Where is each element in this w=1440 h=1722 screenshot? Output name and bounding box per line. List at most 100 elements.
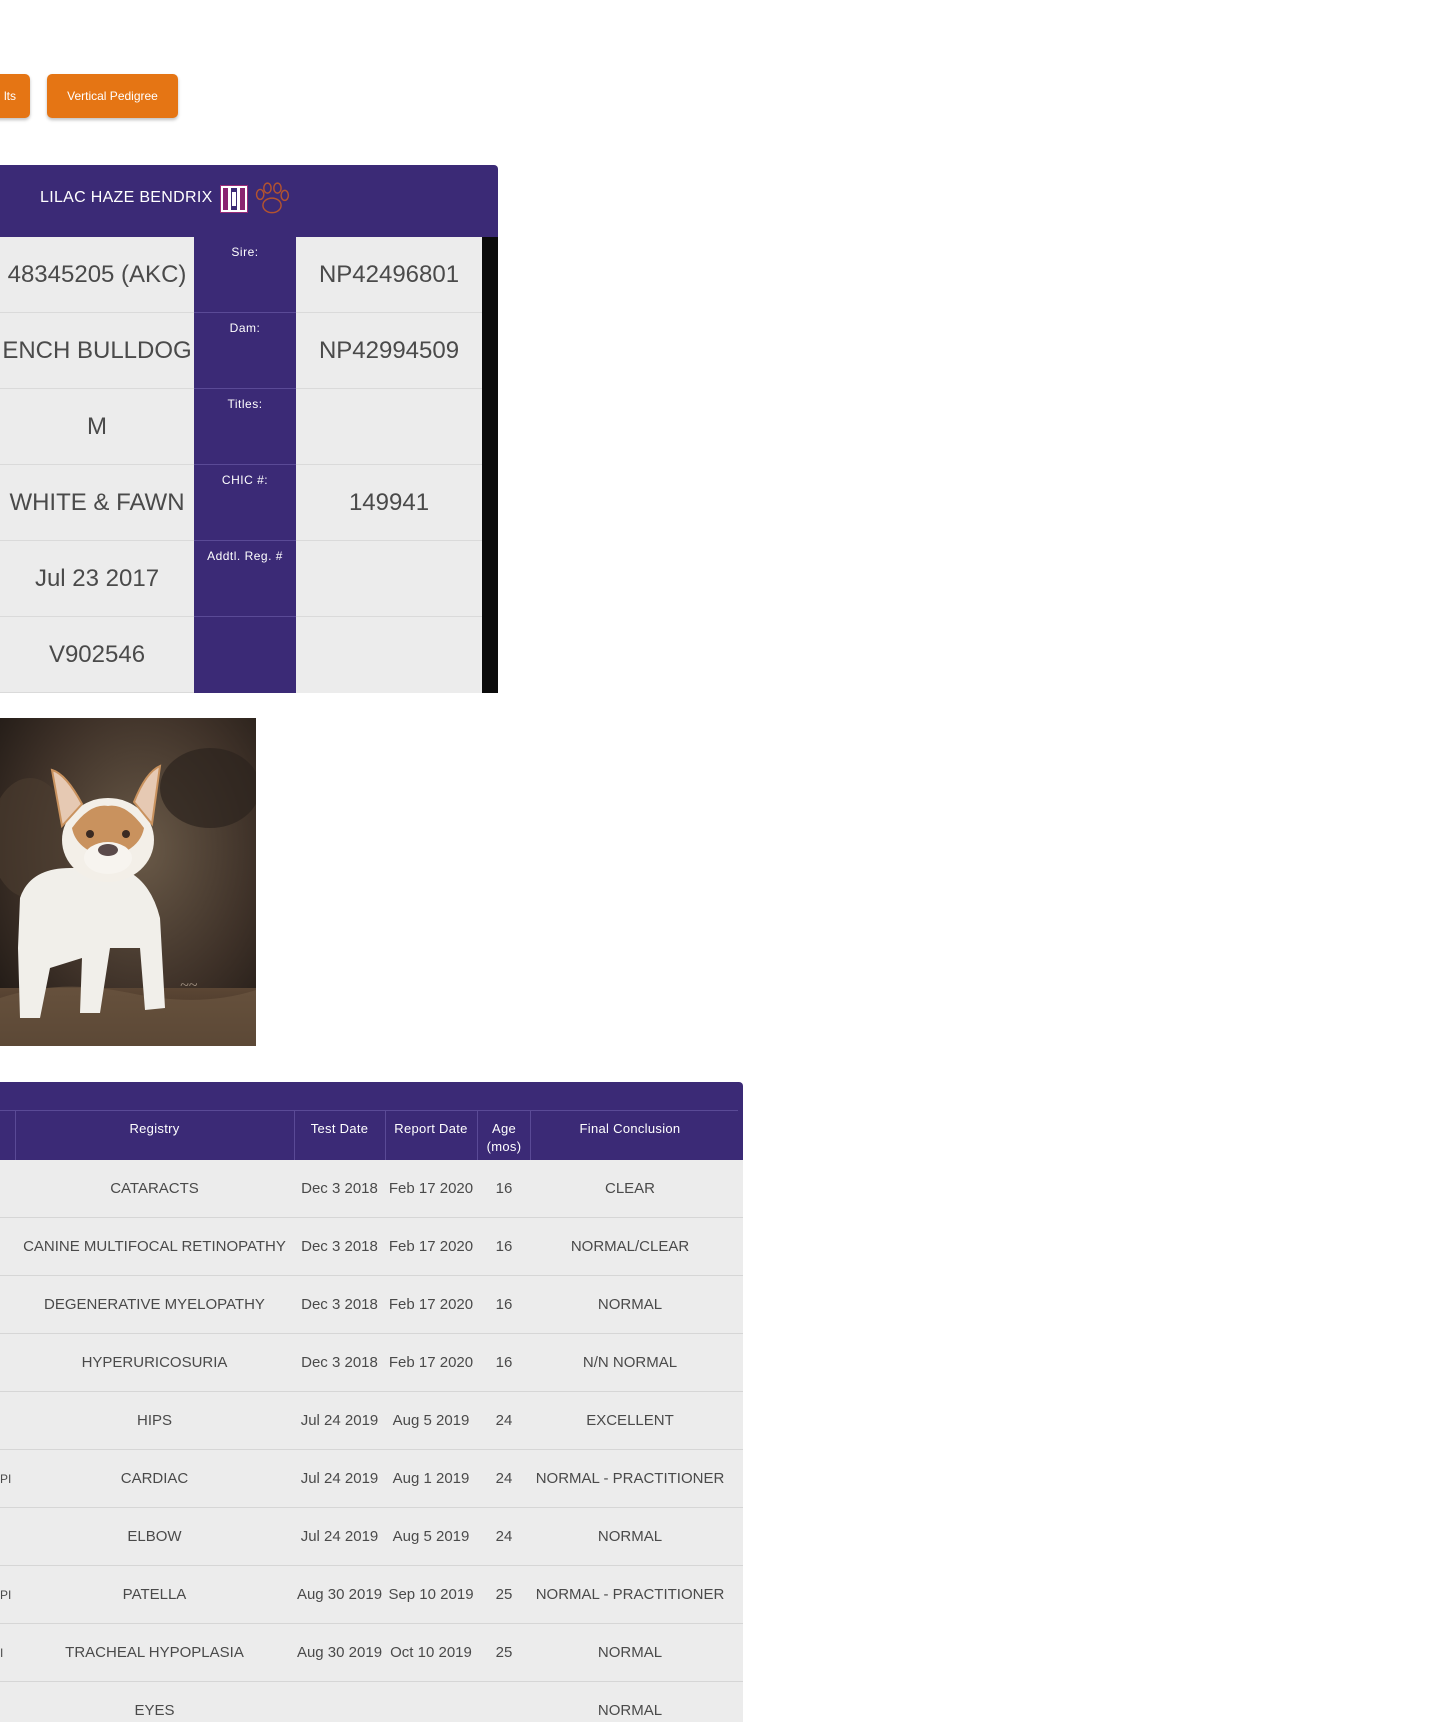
chic-logo-icon <box>220 185 248 213</box>
breed-cell: ENCH BULLDOG <box>0 313 194 389</box>
dog-name: LILAC HAZE BENDRIX <box>40 189 213 206</box>
test-date-header[interactable]: Test Date <box>294 1120 385 1138</box>
age-cell: 24 <box>495 1528 513 1545</box>
test-results-button[interactable]: lts <box>0 74 30 118</box>
test-results-button-label: lts <box>4 89 16 103</box>
report-date-header[interactable]: Report Date <box>385 1120 477 1138</box>
vertical-pedigree-button-label: Vertical Pedigree <box>67 89 158 103</box>
sire-value-cell: NP42496801 <box>296 237 482 313</box>
test-date-cell: Dec 3 2018 <box>301 1180 378 1197</box>
conclusion-cell: NORMAL - PRACTITIONER <box>535 1470 725 1487</box>
table-row: HYPERURICOSURIA Dec 3 2018 Feb 17 2020 1… <box>0 1334 743 1392</box>
dam-label-cell: Dam: <box>194 313 296 389</box>
titles-label-cell: Titles: <box>194 389 296 465</box>
registry-cell: CATARACTS <box>110 1180 199 1197</box>
registry-cell: TRACHEAL HYPOPLASIA <box>65 1644 244 1661</box>
header-divider <box>477 1110 478 1160</box>
registration-number-cell: 48345205 (AKC) <box>0 237 194 313</box>
header-rule <box>0 1110 738 1111</box>
color-cell: WHITE & FAWN <box>0 465 194 541</box>
test-date-cell: Dec 3 2018 <box>301 1296 378 1313</box>
chic-label-cell: CHIC #: <box>194 465 296 541</box>
titles-value-cell <box>296 389 482 465</box>
dog-info-body: 48345205 (AKC) ENCH BULLDOG M WHITE & FA… <box>0 237 498 693</box>
conclusion-cell: NORMAL <box>597 1644 663 1661</box>
card-edge <box>482 237 498 693</box>
table-row: HIPS Jul 24 2019 Aug 5 2019 24 EXCELLENT <box>0 1392 743 1450</box>
birth-date-cell: Jul 23 2017 <box>0 541 194 617</box>
dam-value[interactable]: NP42994509 <box>296 337 482 365</box>
final-conclusion-header[interactable]: Final Conclusion <box>530 1120 730 1138</box>
age-header[interactable]: Age (mos) <box>479 1120 529 1156</box>
sire-label: Sire: <box>231 245 259 259</box>
registry-header[interactable]: Registry <box>15 1120 294 1138</box>
registry-cell: HYPERURICOSURIA <box>81 1354 228 1371</box>
conclusion-cell: CLEAR <box>604 1180 656 1197</box>
age-cell: 16 <box>495 1354 513 1371</box>
report-date-cell: Feb 17 2020 <box>388 1180 474 1197</box>
health-table-header: Registry Test Date Report Date Age (mos)… <box>0 1082 743 1160</box>
vertical-pedigree-button[interactable]: Vertical Pedigree <box>47 74 178 118</box>
dog-info-card: LILAC HAZE BENDRIX 48345205 (AKC) ENCH B… <box>0 165 498 693</box>
health-results-table: Registry Test Date Report Date Age (mos)… <box>0 1082 743 1722</box>
sex-cell: M <box>0 389 194 465</box>
svg-text:~~: ~~ <box>180 977 198 994</box>
empty-value-cell <box>296 617 482 693</box>
test-date-cell: Dec 3 2018 <box>301 1238 378 1255</box>
row-prefix: I <box>0 1646 4 1660</box>
age-cell: 16 <box>495 1296 513 1313</box>
dog-info-header: LILAC HAZE BENDRIX <box>0 165 498 237</box>
empty-label-cell <box>194 617 296 693</box>
table-row: DEGENERATIVE MYELOPATHY Dec 3 2018 Feb 1… <box>0 1276 743 1334</box>
dam-value-cell: NP42994509 <box>296 313 482 389</box>
breed: ENCH BULLDOG <box>2 337 192 364</box>
test-date-cell: Aug 30 2019 <box>296 1644 383 1661</box>
report-date-cell: Aug 5 2019 <box>392 1412 470 1429</box>
conclusion-cell: NORMAL <box>597 1702 663 1719</box>
dog-photo: ~~ <box>0 718 256 1046</box>
conclusion-cell: NORMAL <box>597 1296 663 1313</box>
dog-info-left-column: 48345205 (AKC) ENCH BULLDOG M WHITE & FA… <box>0 237 194 693</box>
report-date-cell: Oct 10 2019 <box>390 1644 472 1661</box>
table-row: I TRACHEAL HYPOPLASIA Aug 30 2019 Oct 10… <box>0 1624 743 1682</box>
registry-cell: CANINE MULTIFOCAL RETINOPATHY <box>23 1238 286 1255</box>
conclusion-cell: NORMAL/CLEAR <box>570 1238 690 1255</box>
table-row: PI CARDIAC Jul 24 2019 Aug 1 2019 24 NOR… <box>0 1450 743 1508</box>
conclusion-cell: N/N NORMAL <box>582 1354 678 1371</box>
sex: M <box>87 413 107 440</box>
registry-cell: CARDIAC <box>120 1470 189 1487</box>
age-cell: 24 <box>495 1412 513 1429</box>
addtl-reg-value-cell <box>296 541 482 617</box>
age-cell: 16 <box>495 1180 513 1197</box>
registry-cell: ELBOW <box>127 1528 182 1545</box>
dog-info-right-column: NP42496801 NP42994509 149941 <box>296 237 482 693</box>
age-cell: 25 <box>495 1644 513 1661</box>
dam-label: Dam: <box>229 321 261 335</box>
report-date-cell: Feb 17 2020 <box>388 1238 474 1255</box>
registration-number: 48345205 (AKC) <box>7 261 187 288</box>
row-prefix: PI <box>0 1472 12 1486</box>
report-date-cell: Sep 10 2019 <box>388 1586 474 1603</box>
age-cell: 24 <box>495 1470 513 1487</box>
chic-value-cell: 149941 <box>296 465 482 541</box>
table-row: PI PATELLA Aug 30 2019 Sep 10 2019 25 NO… <box>0 1566 743 1624</box>
registry-cell: EYES <box>134 1702 175 1719</box>
table-row: CANINE MULTIFOCAL RETINOPATHY Dec 3 2018… <box>0 1218 743 1276</box>
test-date-cell: Dec 3 2018 <box>301 1354 378 1371</box>
addtl-reg-label: Addtl. Reg. # <box>207 549 283 563</box>
test-date-cell: Jul 24 2019 <box>300 1528 379 1545</box>
registry-cell: HIPS <box>136 1412 172 1429</box>
conclusion-cell: NORMAL - PRACTITIONER <box>535 1586 725 1603</box>
table-row: EYES NORMAL <box>0 1682 743 1722</box>
test-date-cell: Jul 24 2019 <box>300 1412 379 1429</box>
sire-label-cell: Sire: <box>194 237 296 313</box>
report-date-cell: Aug 1 2019 <box>392 1470 470 1487</box>
dog-photo-image: ~~ <box>0 718 256 1046</box>
dog-info-label-column: Sire: Dam: Titles: CHIC #: Addtl. Reg. # <box>194 237 296 693</box>
paw-logo-icon <box>255 182 290 214</box>
table-row: CATARACTS Dec 3 2018 Feb 17 2020 16 CLEA… <box>0 1160 743 1218</box>
registry-cell: PATELLA <box>122 1586 187 1603</box>
sire-value[interactable]: NP42496801 <box>296 261 482 289</box>
report-date-cell: Feb 17 2020 <box>388 1354 474 1371</box>
test-date-cell: Aug 30 2019 <box>296 1586 383 1603</box>
